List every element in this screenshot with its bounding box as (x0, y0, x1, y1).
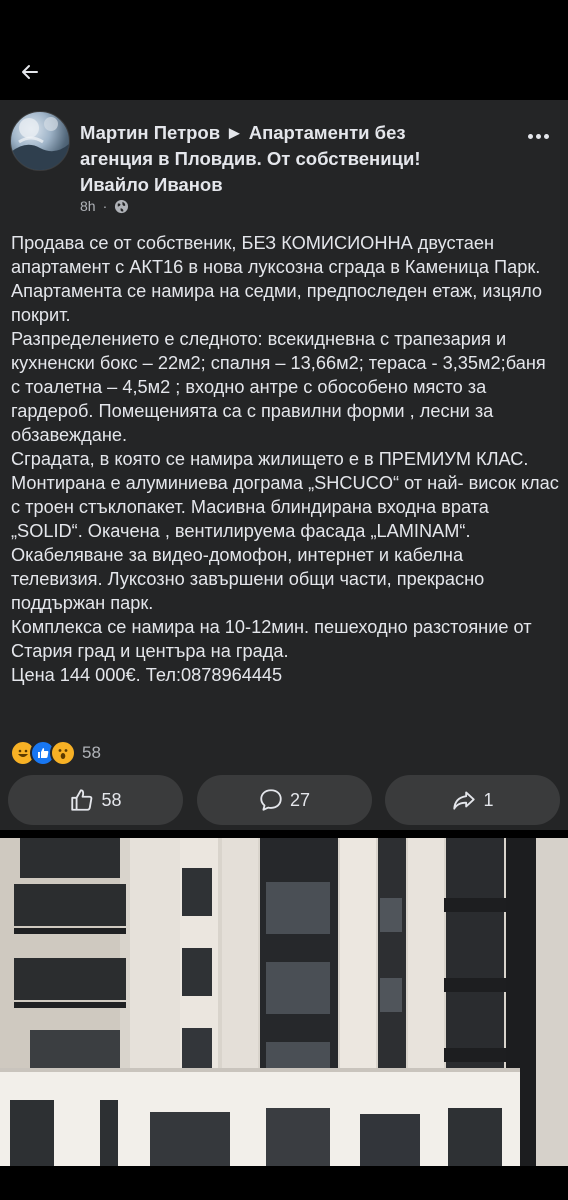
globe-icon (115, 199, 129, 213)
building-photo (0, 838, 568, 1166)
comment-button[interactable]: 27 (196, 775, 372, 825)
top-bar (0, 44, 568, 100)
post-meta: 8h · (80, 198, 129, 214)
wow-icon (50, 740, 76, 766)
post-paragraph: Сградата, в която се намира жилището е в… (11, 449, 559, 613)
like-count: 58 (101, 789, 122, 810)
share-button[interactable]: 1 (385, 775, 560, 825)
more-options-button[interactable] (520, 126, 556, 146)
back-button[interactable] (14, 56, 46, 88)
like-button[interactable]: 58 (8, 775, 183, 825)
group-name-line1[interactable]: Апартаменти без (249, 122, 406, 143)
post-body: Продава се от собственик, БЕЗ КОМИСИОННА… (11, 231, 559, 687)
post-time[interactable]: 8h (80, 198, 96, 214)
share-count: 1 (483, 789, 494, 810)
meta-separator: · (102, 198, 108, 214)
comment-count: 27 (289, 789, 311, 810)
post-paragraph: Цена 144 000€. Тел:0878964445 (11, 665, 283, 685)
thumbs-up-icon (71, 789, 93, 811)
comment-icon (260, 789, 282, 811)
post-paragraph: Продава се от собственик, БЕЗ КОМИСИОННА… (11, 233, 542, 325)
author-name[interactable]: Мартин Петров (80, 122, 220, 143)
more-dot (535, 133, 541, 139)
back-arrow-icon (22, 65, 38, 79)
post-header: Мартин Петров ► Апартаменти без агенция … (80, 120, 510, 198)
post-card: Мартин Петров ► Апартаменти без агенция … (0, 100, 568, 830)
avatar[interactable] (10, 111, 70, 171)
action-bar: 58 27 1 (8, 775, 560, 825)
group-name-line2[interactable]: агенция в Пловдив. От собственици! (80, 148, 420, 169)
status-bar-area (0, 0, 568, 44)
shared-by-name[interactable]: Ивайло Иванов (80, 174, 223, 195)
post-paragraph: Разпределението е следното: всекидневна … (11, 329, 546, 445)
reaction-summary[interactable]: 58 (10, 740, 101, 766)
share-arrow: ► (225, 122, 244, 143)
reaction-count: 58 (82, 743, 101, 762)
post-photo[interactable] (0, 838, 568, 1166)
avatar-image (11, 117, 69, 170)
share-icon (453, 791, 476, 810)
post-paragraph: Комплекса се намира на 10-12мин. пешеход… (11, 617, 532, 661)
more-dot (543, 133, 549, 139)
bottom-area (0, 1166, 568, 1200)
more-dot (527, 133, 533, 139)
